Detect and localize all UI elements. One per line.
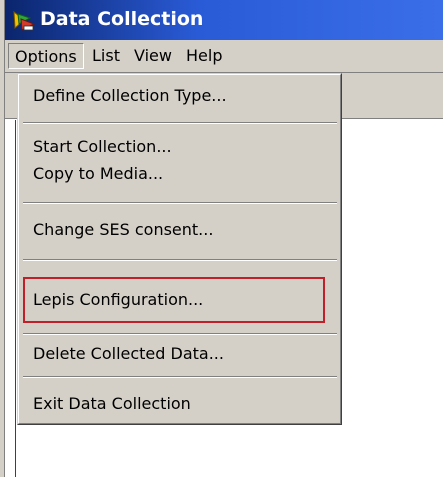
menu-separator (23, 333, 337, 335)
options-dropdown-menu: Define Collection Type... Start Collecti… (17, 73, 342, 425)
menu-item-exit-data-collection[interactable]: Exit Data Collection (33, 393, 191, 415)
menu-options[interactable]: Options (8, 43, 84, 69)
app-icon (12, 10, 36, 32)
menu-bar: Options List View Help (4, 40, 443, 73)
menu-item-delete-collected-data[interactable]: Delete Collected Data... (33, 343, 224, 365)
menu-item-lepis-configuration[interactable]: Lepis Configuration... (33, 289, 203, 311)
data-collection-window: Data Collection Options List View Help D… (0, 0, 443, 477)
menu-item-define-collection-type[interactable]: Define Collection Type... (33, 85, 227, 107)
menu-view[interactable]: View (128, 43, 178, 69)
menu-item-change-ses-consent[interactable]: Change SES consent... (33, 219, 213, 241)
window-left-border (0, 0, 5, 477)
menu-separator (23, 259, 337, 261)
menu-help[interactable]: Help (180, 43, 228, 69)
menu-separator (23, 202, 337, 204)
title-bar[interactable]: Data Collection (0, 0, 443, 40)
menu-item-copy-to-media[interactable]: Copy to Media... (33, 163, 163, 185)
menu-list[interactable]: List (86, 43, 126, 69)
client-area-border (15, 120, 16, 477)
window-title: Data Collection (40, 8, 204, 30)
menu-separator (23, 122, 337, 124)
options-dropdown-frame: Define Collection Type... Start Collecti… (18, 74, 341, 424)
menu-separator (23, 376, 337, 378)
menu-item-start-collection[interactable]: Start Collection... (33, 136, 172, 158)
